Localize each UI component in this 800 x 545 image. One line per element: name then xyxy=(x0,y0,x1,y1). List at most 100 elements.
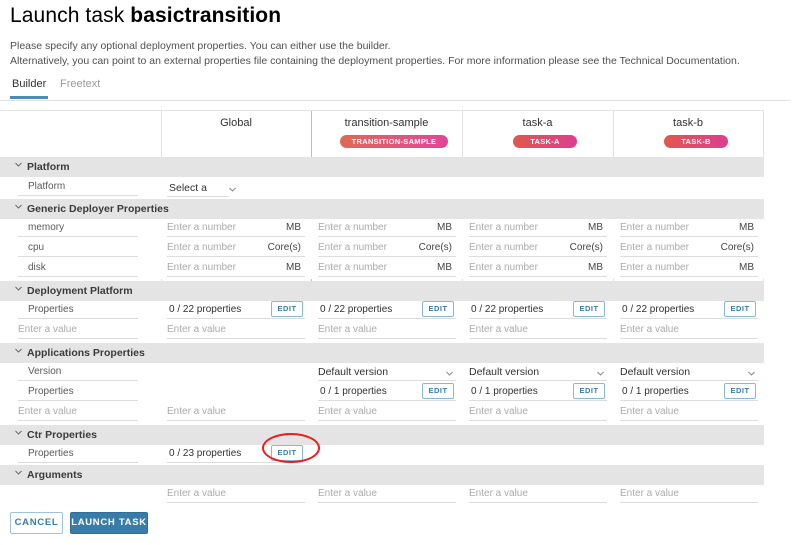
launch-task-page: Launch task basictransition Please speci… xyxy=(0,0,800,545)
chevron-down-icon xyxy=(14,346,23,355)
memory-input-task-a[interactable]: Enter a number MB xyxy=(469,219,607,237)
row-label-underline-memory xyxy=(18,219,138,237)
disk-placeholder-task-a: Enter a number xyxy=(469,262,538,273)
column-header-transition-sample: transition-sample xyxy=(344,117,429,129)
platform-select-global[interactable]: Select a value xyxy=(167,179,236,212)
dp-value-input-global[interactable]: Enter a value xyxy=(167,321,305,339)
dp-value-input-task-a[interactable]: Enter a value xyxy=(469,321,607,339)
app-edit-button-task-a[interactable]: EDIT xyxy=(573,383,605,399)
app-value-label-input[interactable]: Enter a value xyxy=(18,403,138,421)
launch-task-button[interactable]: LAUNCH TASK xyxy=(70,512,148,534)
disk-unit-task-a: MB xyxy=(588,262,603,273)
memory-input-transition-sample[interactable]: Enter a number MB xyxy=(318,219,456,237)
section-label-ctr-properties: Ctr Properties xyxy=(14,425,97,445)
disk-input-transition-sample[interactable]: Enter a number MB xyxy=(318,259,456,277)
dp-value-input-transition-sample[interactable]: Enter a value xyxy=(318,321,456,339)
memory-placeholder-global: Enter a number xyxy=(167,222,236,233)
badge-task-a: TASK-A xyxy=(513,135,577,148)
dp-properties-count-transition-sample: 0 / 22 properties xyxy=(320,304,393,315)
app-value-placeholder-label: Enter a value xyxy=(18,406,77,417)
chevron-down-icon xyxy=(14,284,23,293)
disk-input-task-a[interactable]: Enter a number MB xyxy=(469,259,607,277)
tab-freetext[interactable]: Freetext xyxy=(58,78,102,96)
row-label-underline-platform xyxy=(18,178,138,196)
disk-placeholder-task-b: Enter a number xyxy=(620,262,689,273)
memory-input-global[interactable]: Enter a number MB xyxy=(167,219,305,237)
dp-properties-global: 0 / 22 properties EDIT xyxy=(167,301,305,319)
section-label-deployment-platform: Deployment Platform xyxy=(14,281,133,301)
app-value-input-task-a[interactable]: Enter a value xyxy=(469,403,607,421)
arguments-input-task-b[interactable]: Enter a value xyxy=(620,485,758,503)
dp-value-placeholder-label: Enter a value xyxy=(18,324,77,335)
arguments-input-global[interactable]: Enter a value xyxy=(167,485,305,503)
disk-input-global[interactable]: Enter a number MB xyxy=(167,259,305,277)
app-value-input-task-b[interactable]: Enter a value xyxy=(620,403,758,421)
section-label-generic-deployer-text: Generic Deployer Properties xyxy=(27,203,169,215)
arguments-input-task-a[interactable]: Enter a value xyxy=(469,485,607,503)
cancel-button[interactable]: CANCEL xyxy=(10,512,63,534)
version-select-task-b[interactable]: Default version (2.1.1.RELEASE) xyxy=(620,363,758,396)
table-header-row: Global transition-sample TRANSITION-SAMP… xyxy=(0,111,764,157)
arguments-input-transition-sample[interactable]: Enter a value xyxy=(318,485,456,503)
app-value-placeholder-transition-sample: Enter a value xyxy=(318,406,377,417)
page-title-taskname: basictransition xyxy=(130,4,282,27)
section-header-generic-deployer[interactable]: Generic Deployer Properties xyxy=(0,199,764,219)
version-select-transition-sample[interactable]: Default version (2.1.1.RELEASE) xyxy=(318,363,456,396)
section-header-applications-properties[interactable]: Applications Properties xyxy=(0,343,764,363)
dp-properties-task-a: 0 / 22 properties EDIT xyxy=(469,301,607,319)
app-properties-task-b: 0 / 1 properties EDIT xyxy=(620,383,758,401)
dp-value-placeholder-transition-sample: Enter a value xyxy=(318,324,377,335)
tab-bar: Builder Freetext xyxy=(0,78,790,101)
cpu-input-task-b[interactable]: Enter a number Core(s) xyxy=(620,239,758,257)
row-label-underline-dp-properties xyxy=(18,301,138,319)
section-header-platform[interactable]: Platform xyxy=(0,157,764,177)
dp-properties-transition-sample: 0 / 22 properties EDIT xyxy=(318,301,456,319)
disk-unit-global: MB xyxy=(286,262,301,273)
section-header-arguments[interactable]: Arguments xyxy=(0,465,764,485)
memory-unit-task-a: MB xyxy=(588,222,603,233)
cpu-input-global[interactable]: Enter a number Core(s) xyxy=(167,239,305,257)
app-value-input-transition-sample[interactable]: Enter a value xyxy=(318,403,456,421)
cpu-unit-global: Core(s) xyxy=(267,242,301,253)
cpu-input-transition-sample[interactable]: Enter a number Core(s) xyxy=(318,239,456,257)
version-select-task-a[interactable]: Default version (2.1.1.RELEASE) xyxy=(469,363,607,396)
dp-edit-button-task-b[interactable]: EDIT xyxy=(724,301,756,317)
app-properties-count-transition-sample: 0 / 1 properties xyxy=(320,386,387,397)
cpu-unit-task-a: Core(s) xyxy=(569,242,603,253)
dp-edit-button-global[interactable]: EDIT xyxy=(271,301,303,317)
column-header-global: Global xyxy=(220,117,252,129)
memory-input-task-b[interactable]: Enter a number MB xyxy=(620,219,758,237)
section-label-generic-deployer: Generic Deployer Properties xyxy=(14,199,169,219)
dp-properties-task-b: 0 / 22 properties EDIT xyxy=(620,301,758,319)
dp-value-label-input[interactable]: Enter a value xyxy=(18,321,138,339)
row-memory: memory Enter a number MB Enter a number … xyxy=(0,219,764,239)
row-label-underline-version xyxy=(18,363,138,381)
dp-edit-button-transition-sample[interactable]: EDIT xyxy=(422,301,454,317)
row-platform: Platform Select a value xyxy=(0,177,764,212)
row-label-underline-disk xyxy=(18,259,138,277)
app-edit-button-transition-sample[interactable]: EDIT xyxy=(422,383,454,399)
disk-input-task-b[interactable]: Enter a number MB xyxy=(620,259,758,277)
dp-properties-count-task-b: 0 / 22 properties xyxy=(622,304,695,315)
dp-properties-count-global: 0 / 22 properties xyxy=(169,304,242,315)
section-header-ctr-properties[interactable]: Ctr Properties xyxy=(0,425,764,445)
ctr-edit-button-global[interactable]: EDIT xyxy=(271,445,303,461)
row-label-underline-ctr-properties xyxy=(18,445,138,463)
badge-transition-sample: TRANSITION-SAMPLE xyxy=(340,135,448,148)
app-value-input-global[interactable]: Enter a value xyxy=(167,403,305,421)
dp-edit-button-task-a[interactable]: EDIT xyxy=(573,301,605,317)
dp-properties-count-task-a: 0 / 22 properties xyxy=(471,304,544,315)
cpu-input-task-a[interactable]: Enter a number Core(s) xyxy=(469,239,607,257)
row-cpu: cpu Enter a number Core(s) Enter a numbe… xyxy=(0,239,764,259)
section-label-deployment-platform-text: Deployment Platform xyxy=(27,285,133,297)
dp-value-input-task-b[interactable]: Enter a value xyxy=(620,321,758,339)
section-label-platform-text: Platform xyxy=(27,161,70,173)
section-header-deployment-platform[interactable]: Deployment Platform xyxy=(0,281,764,301)
section-label-applications-properties: Applications Properties xyxy=(14,343,145,363)
tab-builder[interactable]: Builder xyxy=(10,78,49,99)
cpu-placeholder-task-a: Enter a number xyxy=(469,242,538,253)
memory-unit-global: MB xyxy=(286,222,301,233)
chevron-down-icon xyxy=(14,160,23,169)
memory-placeholder-task-a: Enter a number xyxy=(469,222,538,233)
app-edit-button-task-b[interactable]: EDIT xyxy=(724,383,756,399)
